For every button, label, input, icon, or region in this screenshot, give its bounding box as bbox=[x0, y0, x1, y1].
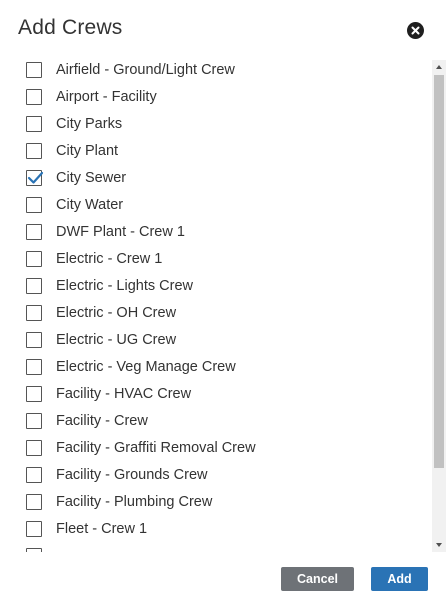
crew-checkbox[interactable] bbox=[26, 89, 42, 105]
crew-label: City Sewer bbox=[56, 170, 127, 186]
crew-list: Airfield - Ground/Light Crew Airport - Fa… bbox=[18, 58, 446, 552]
crew-checkbox[interactable] bbox=[26, 224, 42, 240]
crew-checkbox[interactable] bbox=[26, 521, 42, 537]
list-item[interactable]: Facility - Graffiti Removal Crew bbox=[18, 436, 418, 463]
list-item[interactable]: Fleet - Crew 1 bbox=[18, 517, 418, 544]
crew-label: Electric - Crew 1 bbox=[56, 251, 163, 267]
crew-checkbox[interactable] bbox=[26, 359, 42, 375]
list-item[interactable]: Electric - OH Crew bbox=[18, 301, 418, 328]
scrollbar[interactable] bbox=[432, 60, 446, 552]
crew-label: Electric - OH Crew bbox=[56, 305, 177, 321]
list-item[interactable]: Facility - HVAC Crew bbox=[18, 382, 418, 409]
crew-checkbox[interactable] bbox=[26, 251, 42, 267]
crew-checkbox[interactable] bbox=[26, 143, 42, 159]
crew-checkbox[interactable] bbox=[26, 116, 42, 132]
list-item[interactable]: City Sewer bbox=[18, 166, 418, 193]
cancel-button[interactable]: Cancel bbox=[281, 567, 354, 591]
scrollbar-thumb[interactable] bbox=[434, 75, 444, 468]
crew-label: Facility - Plumbing Crew bbox=[56, 494, 213, 510]
crew-checkbox[interactable] bbox=[26, 467, 42, 483]
add-button[interactable]: Add bbox=[371, 567, 428, 591]
crew-checkbox[interactable] bbox=[26, 332, 42, 348]
crew-checkbox[interactable] bbox=[26, 494, 42, 510]
crew-checkbox[interactable] bbox=[26, 197, 42, 213]
list-item[interactable]: City Parks bbox=[18, 112, 418, 139]
crew-checkbox[interactable] bbox=[26, 278, 42, 294]
crew-checkbox[interactable] bbox=[26, 62, 42, 78]
crew-label: Electric - UG Crew bbox=[56, 332, 177, 348]
crew-label: City Plant bbox=[56, 143, 119, 159]
list-item[interactable]: Electric - Lights Crew bbox=[18, 274, 418, 301]
list-item[interactable]: Electric - Veg Manage Crew bbox=[18, 355, 418, 382]
crew-label: Airport - Facility bbox=[56, 89, 157, 105]
crew-checkbox[interactable] bbox=[26, 413, 42, 429]
list-item[interactable]: Facility - Grounds Crew bbox=[18, 463, 418, 490]
list-item[interactable]: Electric - Crew 1 bbox=[18, 247, 418, 274]
list-item[interactable]: City Water bbox=[18, 193, 418, 220]
list-item[interactable] bbox=[18, 544, 418, 552]
crew-label: Facility - Crew bbox=[56, 413, 148, 429]
crew-checkbox[interactable] bbox=[26, 440, 42, 456]
list-item[interactable]: City Plant bbox=[18, 139, 418, 166]
dialog-title: Add Crews bbox=[18, 16, 123, 39]
crew-label: City Parks bbox=[56, 116, 123, 132]
crew-checkbox[interactable] bbox=[26, 386, 42, 402]
crew-checkbox[interactable] bbox=[26, 170, 44, 186]
close-icon[interactable] bbox=[407, 22, 424, 39]
crew-label: Facility - HVAC Crew bbox=[56, 386, 192, 402]
list-item[interactable]: Facility - Plumbing Crew bbox=[18, 490, 418, 517]
scroll-up-arrow-icon[interactable] bbox=[432, 60, 446, 74]
list-item[interactable]: Airfield - Ground/Light Crew bbox=[18, 58, 418, 85]
crew-label: City Water bbox=[56, 197, 124, 213]
list-item[interactable]: Airport - Facility bbox=[18, 85, 418, 112]
crew-label: Airfield - Ground/Light Crew bbox=[56, 62, 235, 78]
list-item[interactable]: DWF Plant - Crew 1 bbox=[18, 220, 418, 247]
list-item[interactable]: Electric - UG Crew bbox=[18, 328, 418, 355]
crew-label: Electric - Lights Crew bbox=[56, 278, 193, 294]
add-crews-dialog: Add Crews Airfield - Ground/Light Crew Ai… bbox=[0, 0, 446, 614]
crew-checkbox[interactable] bbox=[26, 305, 42, 321]
crew-checkbox[interactable] bbox=[26, 548, 42, 552]
crew-label: Fleet - Crew 1 bbox=[56, 521, 148, 537]
crew-label: Facility - Grounds Crew bbox=[56, 467, 208, 483]
crew-label: DWF Plant - Crew 1 bbox=[56, 224, 185, 240]
scroll-down-arrow-icon[interactable] bbox=[432, 538, 446, 552]
list-item[interactable]: Facility - Crew bbox=[18, 409, 418, 436]
crew-label: Electric - Veg Manage Crew bbox=[56, 359, 236, 375]
crew-label: Facility - Graffiti Removal Crew bbox=[56, 440, 256, 456]
